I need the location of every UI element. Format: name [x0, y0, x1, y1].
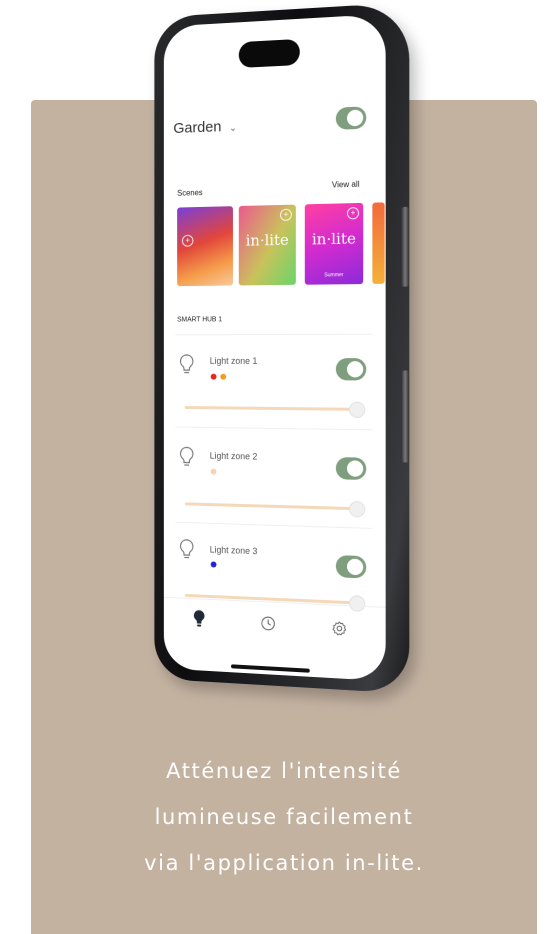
chevron-down-icon: ⌄	[229, 122, 237, 133]
scene-card-summer[interactable]: + in·lite Summer	[304, 202, 364, 285]
zone-toggle[interactable]	[335, 358, 367, 381]
brightness-slider[interactable]	[184, 401, 366, 419]
caption: Atténuez l'intensité lumineuse facilemen…	[31, 748, 537, 886]
zone-name: Light zone 3	[209, 544, 258, 557]
scene-card-2[interactable]: + in·lite	[238, 204, 296, 286]
color-dot	[210, 373, 217, 380]
gear-icon[interactable]	[332, 621, 347, 637]
master-toggle[interactable]	[335, 106, 367, 130]
side-button-bottom	[401, 370, 410, 463]
location-name: Garden	[173, 118, 222, 137]
zone-toggle[interactable]	[335, 457, 367, 480]
scene-logo: in·lite	[311, 229, 356, 249]
plus-icon: +	[181, 234, 194, 247]
phone-frame: Garden ⌄ Scenes View all + + in·lite + i…	[154, 2, 410, 694]
home-indicator	[231, 664, 310, 673]
scene-name: Summer	[324, 272, 344, 279]
scene-logo: in·lite	[245, 230, 289, 250]
color-dot	[210, 468, 217, 475]
scenes-label: Scenes	[177, 188, 203, 198]
zone-name: Light zone 1	[209, 355, 258, 366]
location-selector[interactable]: Garden ⌄	[173, 118, 236, 137]
color-dot	[210, 561, 217, 568]
bulb-icon[interactable]	[192, 609, 205, 629]
color-dot	[220, 373, 227, 380]
plus-icon: +	[346, 207, 360, 220]
bulb-outline-icon	[179, 354, 194, 376]
zone-toggle[interactable]	[335, 555, 367, 579]
hub-label: SMART HUB 1	[177, 316, 223, 324]
caption-line-3: via l'application in-lite.	[144, 851, 424, 875]
zone-name: Light zone 2	[209, 450, 258, 462]
history-icon[interactable]	[260, 615, 276, 632]
plus-icon: +	[279, 208, 292, 221]
side-button-top	[401, 206, 410, 287]
scene-card-new[interactable]: +	[177, 206, 233, 287]
view-all-link[interactable]: View all	[332, 180, 360, 190]
caption-line-2: lumineuse facilement	[154, 805, 414, 829]
bulb-outline-icon	[179, 539, 194, 561]
caption-line-1: Atténuez l'intensité	[166, 759, 402, 783]
scene-name	[177, 280, 233, 281]
phone-screen: Garden ⌄ Scenes View all + + in·lite + i…	[163, 13, 386, 682]
phone-mockup: Garden ⌄ Scenes View all + + in·lite + i…	[150, 2, 415, 694]
dynamic-island	[238, 38, 300, 68]
bulb-outline-icon	[179, 446, 194, 468]
brightness-slider[interactable]	[184, 500, 366, 518]
scene-name	[239, 279, 296, 280]
scene-card-partial[interactable]	[372, 202, 385, 284]
